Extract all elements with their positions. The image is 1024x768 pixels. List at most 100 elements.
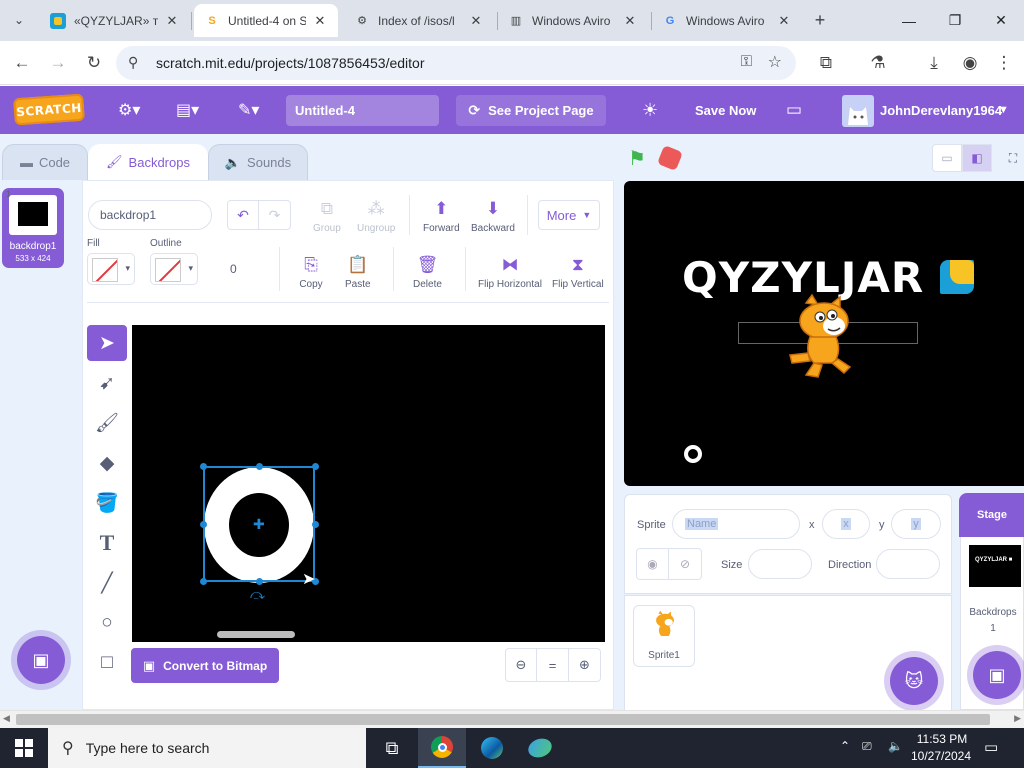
text-tool[interactable]: T bbox=[87, 525, 127, 561]
tab-backdrops[interactable]: 🖌 Backdrops bbox=[88, 144, 208, 180]
lab-flask-icon[interactable]: ⚗ bbox=[864, 49, 892, 77]
edit-menu-icon[interactable]: ✎▾ bbox=[238, 86, 259, 134]
scroll-right-icon[interactable]: ▶ bbox=[1014, 713, 1021, 724]
browser-tab-scratch[interactable]: S Untitled-4 on S ✕ bbox=[194, 4, 338, 37]
new-tab-button[interactable]: + bbox=[806, 4, 834, 37]
reshape-tool[interactable]: ➹ bbox=[87, 365, 127, 401]
avatar[interactable] bbox=[842, 95, 874, 127]
choose-backdrop-stage-button[interactable]: ▣ bbox=[973, 651, 1021, 699]
flip-vertical-button[interactable]: ⧗ Flip Vertical bbox=[552, 253, 604, 290]
resize-handle[interactable] bbox=[256, 463, 263, 470]
site-info-icon[interactable]: ⚲ bbox=[128, 54, 138, 71]
choose-backdrop-button[interactable]: ▣ bbox=[17, 636, 65, 684]
save-now-button[interactable]: Save Now bbox=[695, 86, 756, 134]
taskbar-search-box[interactable]: ⚲ Type here to search bbox=[48, 728, 366, 768]
outline-color-picker[interactable]: ▾ bbox=[150, 253, 198, 285]
zoom-out-button[interactable]: ⊖ bbox=[505, 648, 537, 682]
size-input[interactable] bbox=[748, 549, 812, 579]
tray-chevron-icon[interactable]: ⌃ bbox=[840, 739, 850, 753]
resize-handle[interactable] bbox=[312, 463, 319, 470]
green-flag-icon[interactable]: ⚑ bbox=[628, 146, 646, 171]
brush-tool[interactable]: 🖌 bbox=[87, 405, 127, 441]
select-tool[interactable]: ➤ bbox=[87, 325, 127, 361]
forward-button[interactable]: → bbox=[44, 49, 72, 77]
edge-taskbar-icon[interactable] bbox=[468, 728, 516, 768]
close-tab-icon[interactable]: ✕ bbox=[468, 13, 484, 29]
backward-button[interactable]: ⬇ Backward bbox=[471, 197, 515, 234]
choose-sprite-button[interactable]: 🐱 bbox=[890, 657, 938, 705]
extensions-icon[interactable]: ⧉ bbox=[812, 49, 840, 77]
undo-button[interactable]: ↶ bbox=[227, 200, 259, 230]
zoom-in-button[interactable]: ⊕ bbox=[569, 648, 601, 682]
more-menu-button[interactable]: More ▼ bbox=[538, 200, 600, 230]
browser-menu-icon[interactable]: ⋮ bbox=[990, 49, 1018, 77]
circle-tool[interactable]: ○ bbox=[87, 605, 127, 641]
scrollbar-thumb[interactable] bbox=[16, 714, 990, 725]
account-dropdown-icon[interactable]: ▼ bbox=[998, 86, 1009, 134]
browser-tab-windows-aviro-1[interactable]: ▥ Windows Aviro ✕ bbox=[498, 4, 648, 37]
group-button[interactable]: ⧉ Group bbox=[313, 197, 341, 234]
convert-to-bitmap-button[interactable]: ▣ Convert to Bitmap bbox=[131, 648, 279, 683]
project-title-input[interactable]: Untitled-4 bbox=[286, 95, 439, 126]
redo-button[interactable]: ↷ bbox=[259, 200, 291, 230]
outline-width-input[interactable]: 0 bbox=[219, 253, 275, 285]
clock-time[interactable]: 11:53 PM bbox=[912, 732, 972, 746]
profile-icon[interactable]: ◉ bbox=[956, 49, 984, 77]
browser-tab-index[interactable]: ⚙ Index of /isos/l ✕ bbox=[344, 4, 494, 37]
fill-color-picker[interactable]: ▾ bbox=[87, 253, 135, 285]
flip-horizontal-button[interactable]: ⧓ Flip Horizontal bbox=[478, 253, 542, 290]
windows-start-icon[interactable] bbox=[0, 728, 48, 768]
bookmark-star-icon[interactable]: ☆ bbox=[768, 52, 782, 72]
network-icon[interactable]: ⎚ bbox=[862, 739, 872, 754]
canvas-horizontal-scrollbar[interactable] bbox=[217, 631, 295, 638]
show-sprite-button[interactable]: ◉ bbox=[637, 549, 670, 579]
tab-sounds[interactable]: 🔈 Sounds bbox=[208, 144, 308, 180]
close-tab-icon[interactable]: ✕ bbox=[776, 13, 792, 29]
resize-handle[interactable] bbox=[200, 521, 207, 528]
normal-stage-button[interactable]: ◧ bbox=[962, 144, 992, 172]
address-bar[interactable]: ⚲ scratch.mit.edu/projects/1087856453/ed… bbox=[116, 46, 796, 80]
scratch-cat-sprite[interactable] bbox=[784, 293, 864, 379]
rotate-handle-icon[interactable]: ⤼ bbox=[250, 586, 265, 603]
backdrop-tile[interactable]: 1 backdrop1 533 x 424 bbox=[2, 188, 64, 268]
tab-search-button[interactable]: ⌄ bbox=[6, 8, 32, 32]
stop-sign-icon[interactable] bbox=[656, 144, 684, 172]
delete-button[interactable]: 🗑 Delete bbox=[413, 253, 442, 290]
close-tab-icon[interactable]: ✕ bbox=[622, 13, 638, 29]
browser-tab-windows-aviro-2[interactable]: G Windows Aviro ✕ bbox=[652, 4, 802, 37]
stage-canvas[interactable]: QYZYLJAR bbox=[624, 181, 1024, 486]
direction-input[interactable] bbox=[876, 549, 940, 579]
close-tab-icon[interactable]: ✕ bbox=[312, 13, 328, 29]
sprite-name-input[interactable]: Name bbox=[672, 509, 800, 539]
volume-icon[interactable]: 🔈 bbox=[888, 739, 903, 753]
fullscreen-button[interactable]: ⛶ bbox=[1002, 144, 1024, 172]
rectangle-tool[interactable]: □ bbox=[87, 645, 127, 681]
costume-name-input[interactable]: backdrop1 bbox=[88, 200, 212, 230]
resize-handle[interactable] bbox=[256, 578, 263, 585]
resize-handle[interactable] bbox=[312, 521, 319, 528]
chrome-taskbar-icon[interactable] bbox=[418, 728, 466, 768]
small-stage-button[interactable]: ▭ bbox=[932, 144, 962, 172]
line-tool[interactable]: ╱ bbox=[87, 565, 127, 601]
restore-button[interactable]: ❐ bbox=[932, 0, 978, 41]
paint-canvas[interactable]: ✚ ⤼ ➤ bbox=[132, 325, 605, 642]
x-input[interactable]: x bbox=[822, 509, 870, 539]
theme-lightbulb-icon[interactable]: ☀ bbox=[642, 86, 658, 134]
resize-handle[interactable] bbox=[200, 463, 207, 470]
settings-gear-icon[interactable]: ⚙▾ bbox=[118, 86, 140, 134]
page-horizontal-scrollbar[interactable]: ◀ ▶ bbox=[0, 710, 1024, 728]
file-menu-icon[interactable]: ▤▾ bbox=[176, 86, 199, 134]
minimize-button[interactable]: — bbox=[886, 0, 932, 41]
back-button[interactable]: ← bbox=[8, 49, 36, 77]
close-tab-icon[interactable]: ✕ bbox=[164, 13, 180, 29]
forward-button[interactable]: ⬆ Forward bbox=[423, 197, 460, 234]
sprite-tile[interactable]: Sprite1 bbox=[633, 605, 695, 667]
copy-button[interactable]: ⎘ Copy bbox=[299, 253, 323, 290]
download-icon[interactable]: ⤓ bbox=[920, 49, 948, 77]
fill-tool[interactable]: 🪣 bbox=[87, 485, 127, 521]
browser-tab-qyzyljar[interactable]: «QYZYLJAR» те ✕ bbox=[40, 4, 190, 37]
clock-date[interactable]: 10/27/2024 bbox=[908, 749, 974, 763]
scratch-logo[interactable]: SCRATCH bbox=[13, 93, 85, 126]
my-stuff-folder-icon[interactable]: ▭ bbox=[786, 86, 802, 134]
username[interactable]: JohnDerevlany1964 bbox=[880, 86, 1002, 134]
